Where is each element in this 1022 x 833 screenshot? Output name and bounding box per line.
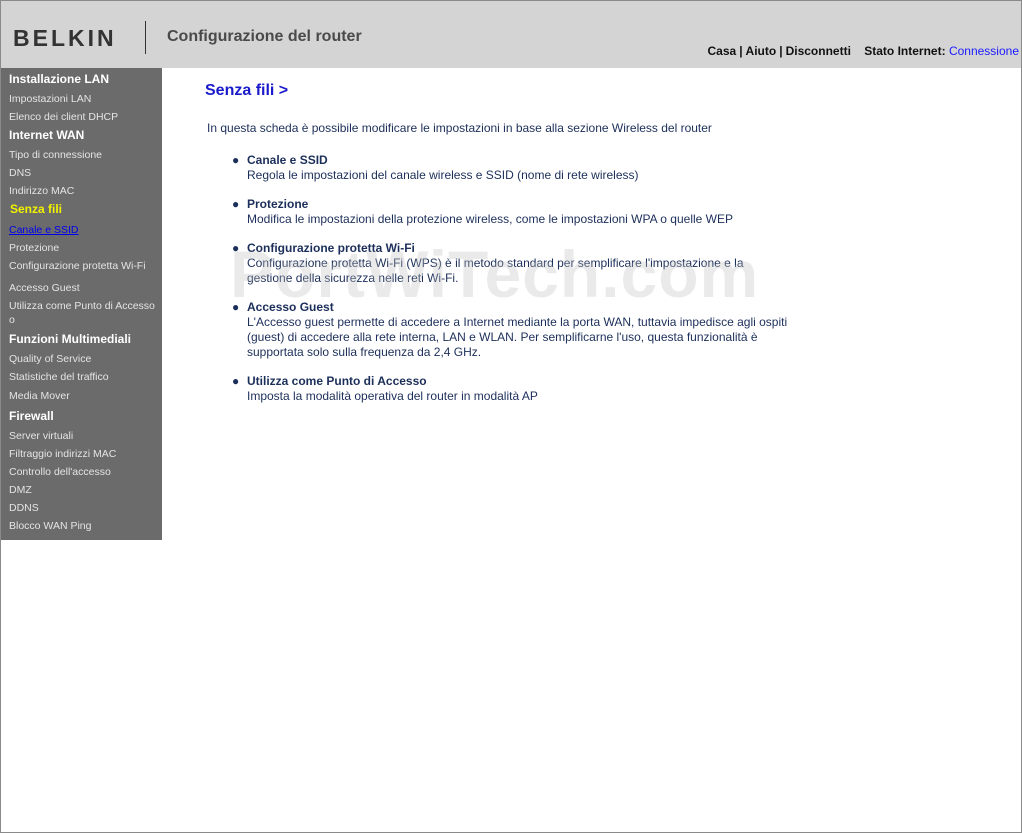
sidebar-section-lan[interactable]: Installazione LAN — [9, 72, 109, 86]
sidebar-section-wan[interactable]: Internet WAN — [9, 128, 84, 142]
sidebar-item-connection-type[interactable]: Tipo di connessione — [9, 148, 159, 162]
feature-description: Modifica le impostazioni della protezion… — [247, 212, 733, 226]
sidebar-section-wireless[interactable]: Senza fili — [10, 202, 62, 216]
bullet-icon: ● — [232, 153, 240, 167]
feature-description: Imposta la modalità operativa del router… — [247, 389, 538, 403]
feature-title[interactable]: Utilizza come Punto di Accesso — [247, 374, 817, 389]
sidebar-item-access-point-wrap[interactable]: o — [9, 313, 159, 327]
feature-access-point: ● Utilizza come Punto di Accesso Imposta… — [232, 374, 817, 404]
sidebar-item-dmz[interactable]: DMZ — [9, 483, 159, 497]
sidebar-item-dns[interactable]: DNS — [9, 166, 159, 180]
sidebar-item-guest-access[interactable]: Accesso Guest — [9, 281, 159, 295]
header-bar: BELKIN Configurazione del router Casa | Ai… — [1, 1, 1021, 68]
link-separator: | — [739, 44, 743, 58]
feature-description: (guest) di accedere alla rete interna, L… — [247, 330, 758, 344]
link-separator: | — [779, 44, 783, 58]
feature-title[interactable]: Configurazione protetta Wi-Fi — [247, 241, 817, 256]
sidebar-item-virtual-servers[interactable]: Server virtuali — [9, 429, 159, 443]
sidebar-item-security[interactable]: Protezione — [9, 241, 159, 255]
home-link[interactable]: Casa — [708, 44, 737, 58]
sidebar-item-access-point[interactable]: Utilizza come Punto di Accesso — [9, 299, 159, 313]
sidebar-item-channel-ssid[interactable]: Canale e SSID — [9, 223, 159, 237]
internet-status-value: Connessione — [948, 44, 1019, 58]
top-links: Casa | Aiuto | Disconnetti Stato Internet: C… — [708, 44, 1020, 58]
sidebar-item-mac-address[interactable]: Indirizzo MAC — [9, 184, 159, 198]
router-title: Configurazione del router — [167, 28, 362, 45]
help-link[interactable]: Aiuto — [746, 44, 777, 58]
page-title: Senza fili > — [205, 82, 289, 99]
feature-title[interactable]: Protezione — [247, 197, 817, 212]
feature-description: gestione della sicurezza nelle reti Wi-F… — [247, 271, 459, 285]
sidebar-item-wps[interactable]: Configurazione protetta Wi-Fi — [9, 259, 159, 273]
feature-description: L'Accesso guest permette di accedere a I… — [247, 315, 788, 329]
logout-link[interactable]: Disconnetti — [786, 44, 851, 58]
feature-title[interactable]: Accesso Guest — [247, 300, 817, 315]
sidebar-nav: Installazione LAN Impostazioni LAN Elenc… — [1, 68, 162, 540]
feature-wps: ● Configurazione protetta Wi-Fi Configur… — [232, 241, 817, 286]
logo-divider — [145, 21, 146, 54]
sidebar-item-access-control[interactable]: Controllo dell'accesso — [9, 465, 159, 479]
internet-status-label: Stato Internet: — [864, 44, 946, 58]
sidebar-item-qos[interactable]: Quality of Service — [9, 352, 159, 366]
sidebar-item-media-mover[interactable]: Media Mover — [9, 389, 159, 403]
bullet-icon: ● — [232, 197, 240, 211]
feature-channel-ssid: ● Canale e SSID Regola le impostazioni d… — [232, 153, 817, 183]
sidebar-item-dhcp-clients[interactable]: Elenco dei client DHCP — [9, 110, 159, 124]
feature-guest-access: ● Accesso Guest L'Accesso guest permette… — [232, 300, 817, 360]
sidebar-item-traffic-stats[interactable]: Statistiche del traffico — [9, 370, 159, 384]
bullet-icon: ● — [232, 300, 240, 314]
sidebar-section-multimedia[interactable]: Funzioni Multimediali — [9, 332, 131, 346]
feature-description: Configurazione protetta Wi-Fi (WPS) è il… — [247, 256, 744, 270]
sidebar-item-ddns[interactable]: DDNS — [9, 501, 159, 515]
sidebar-item-wan-ping-block[interactable]: Blocco WAN Ping — [9, 519, 159, 533]
belkin-logo: BELKIN — [13, 25, 117, 51]
intro-text: In questa scheda è possibile modificare … — [207, 121, 712, 135]
feature-title[interactable]: Canale e SSID — [247, 153, 817, 168]
bullet-icon: ● — [232, 241, 240, 255]
sidebar-section-firewall[interactable]: Firewall — [9, 409, 54, 423]
sidebar-item-lan-settings[interactable]: Impostazioni LAN — [9, 92, 159, 106]
feature-security: ● Protezione Modifica le impostazioni de… — [232, 197, 817, 227]
feature-description: Regola le impostazioni del canale wirele… — [247, 168, 639, 182]
bullet-icon: ● — [232, 374, 240, 388]
feature-description: supportata solo sulla frequenza da 2,4 G… — [247, 345, 482, 359]
sidebar-item-mac-filter[interactable]: Filtraggio indirizzi MAC — [9, 447, 159, 461]
